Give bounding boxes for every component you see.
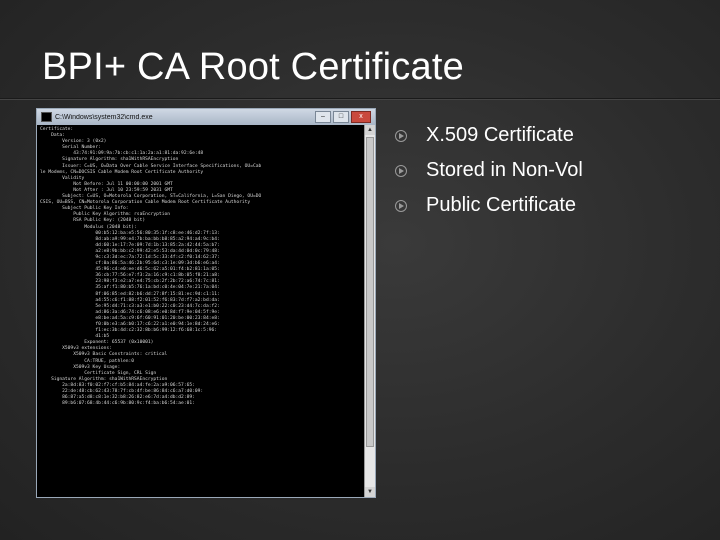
- console-line: cf:0a:86:5a:46:2b:95:6d:c3:1e:09:3d:b6:e…: [95, 261, 220, 267]
- console-line: Subject: C=US, O=Motorola Corporation, S…: [62, 194, 262, 200]
- title-divider: [0, 98, 720, 99]
- cmd-titlebar[interactable]: C:\Windows\system32\cmd.exe – □ x: [37, 109, 375, 125]
- minimize-button[interactable]: –: [315, 111, 331, 123]
- console-line: CA:TRUE, pathlen:0: [84, 358, 135, 364]
- scroll-up-icon[interactable]: ▲: [365, 125, 375, 135]
- bullet-item: Stored in Non-Vol: [395, 153, 583, 188]
- console-line: Public Key Algorithm: rsaEncryption: [73, 212, 170, 218]
- console-output: Certificate: Data: Version: 3 (0x2) Seri…: [37, 125, 364, 497]
- close-button[interactable]: x: [351, 111, 371, 123]
- console-line: ad:86:3a:d6:74:c6:08:e6:e0:8d:f7:9e:04:5…: [95, 309, 220, 315]
- console-line: Issuer: C=US, O=Data Over Cable Service …: [62, 163, 262, 169]
- console-line: X509v3 Basic Constraints: critical: [73, 352, 168, 358]
- console-line: 35:af:f1:80:b5:76:1a:bd:c0:4e:04:7e:21:7…: [95, 285, 220, 291]
- console-line: Exponent: 65537 (0x10001): [84, 340, 154, 346]
- console-line: Not Before: Jul 11 00:00:00 2001 GMT: [73, 181, 173, 187]
- console-line: X509v3 extensions:: [62, 346, 112, 352]
- console-line: e8:be:a4:5a:c9:6f:60:91:01:20:be:00:23:8…: [95, 315, 220, 321]
- console-line: f0:0b:e3:a6:b0:17:c6:22:a1:e0:94:1e:8d:2…: [95, 322, 220, 327]
- console-line: a2:e8:9b:bb:c2:99:42:e5:53:da:4d:0d:0c:7…: [95, 248, 220, 254]
- console-line: Signature Algorithm: sha1WithRSAEncrypti…: [62, 157, 179, 163]
- console-line: Data:: [51, 133, 65, 139]
- console-line: 22:de:48:cb:62:43:78:7f:cb:4f:be:86:84:c…: [62, 389, 204, 395]
- console-line: Signature Algorithm: sha1WithRSAEncrypti…: [51, 376, 168, 382]
- vertical-scrollbar[interactable]: ▲ ▼: [364, 125, 375, 497]
- console-line: 43:74:91:09:9a:7b:cb:c1:1a:2a:a1:81:da:9…: [73, 151, 204, 157]
- cmd-body: Certificate: Data: Version: 3 (0x2) Seri…: [37, 125, 375, 497]
- bullet-text: X.509 Certificate: [426, 124, 574, 146]
- console-line: X509v3 Key Usage:: [73, 364, 121, 370]
- bullet-list: X.509 Certificate Stored in Non-Vol Publ…: [395, 118, 583, 223]
- console-line: Certificate:: [40, 127, 74, 132]
- console-line: RSA Public Key: (2048 bit): [73, 218, 146, 224]
- cmd-window-title: C:\Windows\system32\cmd.exe: [55, 113, 153, 121]
- slide-title: BPI+ CA Root Certificate: [42, 46, 464, 88]
- circle-arrow-bullet-icon: [395, 199, 407, 212]
- console-line: Serial Number:: [62, 145, 101, 151]
- console-line: Version: 3 (0x2): [62, 139, 107, 145]
- scroll-thumb[interactable]: [366, 137, 374, 447]
- console-line: le Modems, CN=DOCSIS Cable Modem Root Ce…: [40, 169, 204, 175]
- console-line: Validity: [62, 175, 85, 181]
- console-line: Modulus (2048 bit):: [84, 224, 137, 230]
- console-line: CSIS, OU=BSS, CN=Motorola Corporation Ca…: [40, 200, 251, 206]
- console-line: dd:60:1e:17:7e:09:7d:1b:13:85:2a:42:44:5…: [95, 242, 220, 248]
- console-line: Not After : Jul 10 23:59:59 2031 GMT: [73, 187, 173, 193]
- console-line: 00:b5:12:ba:e5:56:80:35:1f:c8:ee:46:d2:7…: [95, 230, 220, 236]
- console-line: 36:cb:77:56:e7:f3:2a:16:c9:c1:8b:05:f8:2…: [95, 273, 220, 279]
- window-controls: – □ x: [315, 111, 371, 123]
- console-line: 23:98:f3:e2:a7:e4:75:cb:2f:2b:72:a6:74:7…: [95, 279, 220, 285]
- console-line: Subject Public Key Info:: [62, 206, 129, 212]
- console-line: 89:b6:07:68:4b:44:c6:9b:80:9c:f4:ba:b6:5…: [62, 401, 195, 407]
- console-line: 8f:06:85:ed:82:b6:dd:27:8f:15:81:ec:9d:c…: [95, 291, 220, 297]
- console-line: 2a:8d:83:f0:02:f7:cf:b5:84:a4:fe:2a:a9:0…: [62, 382, 195, 388]
- circle-arrow-bullet-icon: [395, 164, 407, 177]
- cmd-app-icon: [41, 112, 52, 122]
- console-line: 9c:c3:3d:ec:7a:72:1d:5c:33:4f:c2:f0:14:6…: [95, 254, 220, 260]
- console-line: 86:87:a5:d8:c8:1e:32:b8:26:82:e6:7d:a4:d…: [62, 395, 195, 401]
- console-line: f1:ec:3b:4d:c2:32:8b:b6:99:12:f6:68:1c:5…: [95, 328, 218, 334]
- bullet-item: X.509 Certificate: [395, 118, 583, 153]
- console-line: d1:b5: [95, 334, 110, 340]
- console-line: Certificate Sign, CRL Sign: [84, 370, 157, 376]
- console-line: 5e:95:d4:71:c3:a3:e1:b0:22:c0:23:d4:7c:d…: [95, 303, 220, 309]
- console-line: 45:96:c4:e0:ee:d6:5c:62:a5:01:f4:b2:81:1…: [95, 267, 220, 273]
- cmd-window[interactable]: C:\Windows\system32\cmd.exe – □ x Certif…: [36, 108, 376, 498]
- console-line: 8d:ab:a9:99:e4:7b:ba:bb:b8:85:a2:94:a4:9…: [95, 236, 220, 242]
- bullet-text: Public Certificate: [426, 194, 577, 216]
- bullet-text: Stored in Non-Vol: [426, 159, 583, 181]
- bullet-item: Public Certificate: [395, 188, 583, 223]
- scroll-down-icon[interactable]: ▼: [365, 487, 375, 497]
- console-line: a4:55:c6:f1:88:f2:01:52:f6:83:7d:f7:a2:b…: [95, 297, 220, 303]
- circle-arrow-bullet-icon: [395, 129, 407, 142]
- maximize-button[interactable]: □: [333, 111, 349, 123]
